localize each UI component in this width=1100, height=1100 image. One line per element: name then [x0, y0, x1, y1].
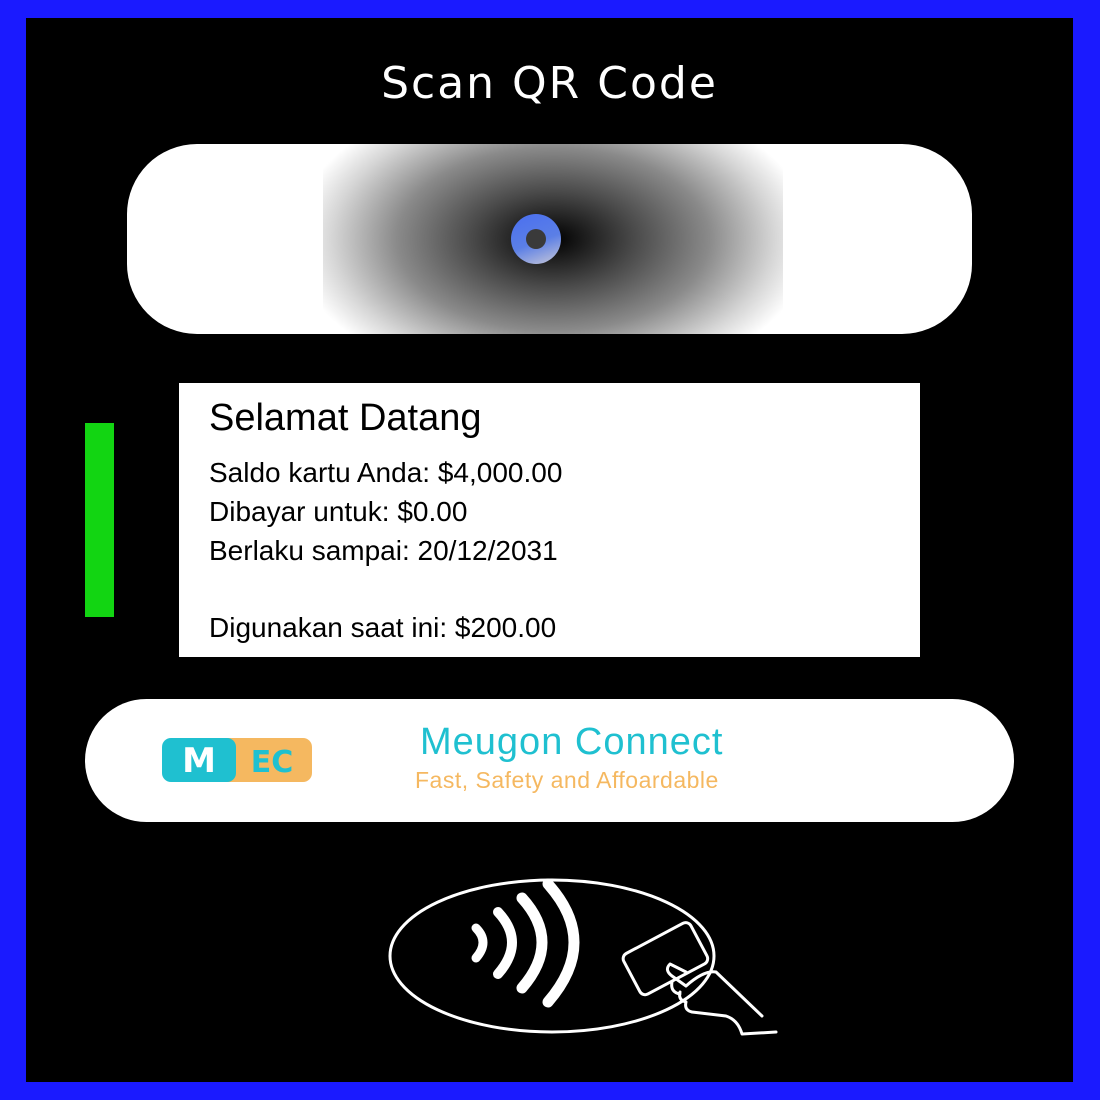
status-indicator-bar: [85, 423, 114, 617]
page-title: Scan QR Code: [381, 58, 718, 109]
paid-for-text: Dibayar untuk: $0.00: [209, 496, 468, 527]
kiosk-screen: Scan QR Code Selamat Datang Saldo kartu …: [26, 18, 1073, 1082]
valid-until-text: Berlaku sampai: 20/12/2031: [209, 535, 558, 566]
contactless-payment-icon[interactable]: [386, 876, 778, 1036]
qr-scanner-window[interactable]: [127, 144, 972, 334]
meugon-logo-icon: M EC: [162, 738, 312, 782]
in-use-text: Digunakan saat ini: $200.00: [209, 612, 557, 643]
brand-name: Meugon Connect: [420, 721, 724, 763]
brand-banner: M EC Meugon Connect Fast, Safety and Aff…: [85, 699, 1014, 822]
card-info-panel: Selamat Datang Saldo kartu Anda: $4,000.…: [179, 383, 920, 657]
logo-letters-ec: EC: [251, 745, 294, 780]
welcome-heading: Selamat Datang: [209, 397, 482, 439]
balance-text: Saldo kartu Anda: $4,000.00: [209, 457, 563, 488]
brand-tagline: Fast, Safety and Affoardable: [415, 767, 719, 793]
qr-scanner-lens-icon: [511, 214, 561, 264]
logo-letter-m: M: [182, 741, 216, 781]
